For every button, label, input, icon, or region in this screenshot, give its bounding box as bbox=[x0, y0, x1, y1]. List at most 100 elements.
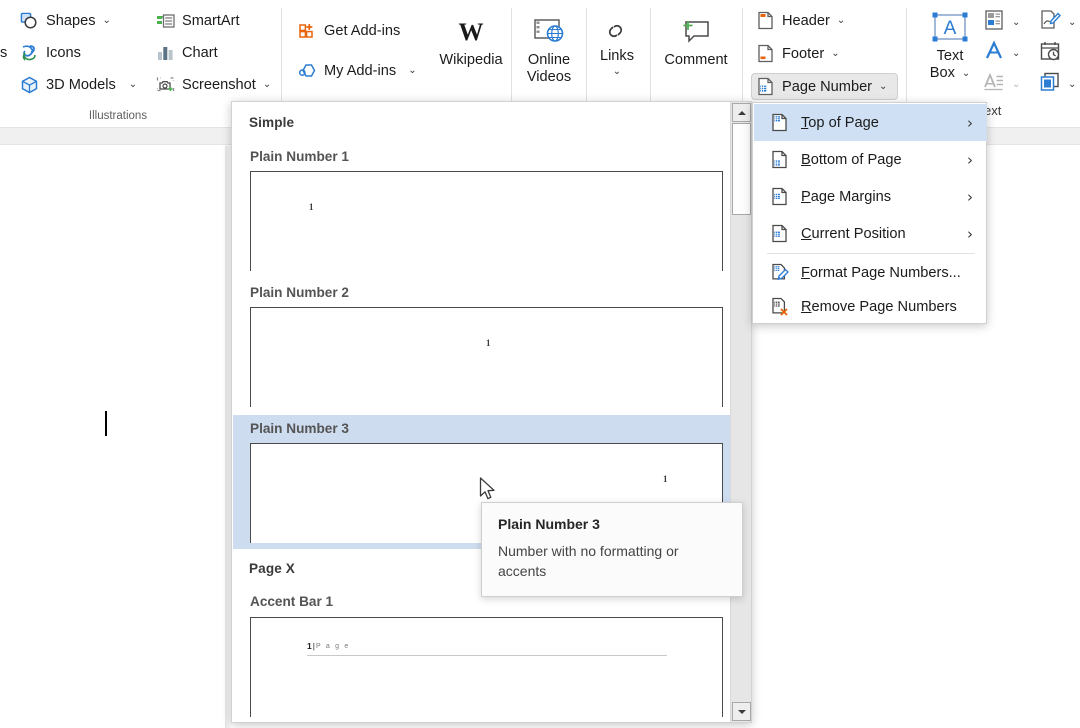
gallery-item-preview: 1 | P a g e bbox=[250, 617, 723, 717]
menu-item-bottom-of-page[interactable]: Bottom of Page › bbox=[754, 141, 987, 178]
screenshot-button[interactable]: Screenshot ⌄ bbox=[152, 72, 274, 97]
preview-accent-bar: 1 | P a g e bbox=[307, 641, 350, 651]
preview-page-number: 1 bbox=[309, 202, 314, 212]
group-separator bbox=[511, 8, 512, 112]
gallery-item-plain-number-2[interactable]: Plain Number 2 1 bbox=[233, 282, 730, 414]
group-label-illustrations: Illustrations bbox=[88, 110, 148, 122]
submenu-arrow-icon: › bbox=[967, 150, 973, 169]
chevron-down-icon[interactable]: ⌄ bbox=[1068, 17, 1076, 28]
word-art-icon bbox=[983, 40, 1005, 67]
chevron-down-icon[interactable]: ⌄ bbox=[962, 68, 970, 79]
scroll-up-button[interactable] bbox=[732, 103, 751, 122]
footer-label: Footer bbox=[782, 45, 825, 62]
chevron-down-icon[interactable]: ⌄ bbox=[831, 48, 839, 59]
object-icon bbox=[1039, 71, 1061, 98]
links-button[interactable]: Links ⌄ bbox=[591, 14, 643, 77]
mouse-cursor bbox=[479, 477, 497, 503]
smartart-icon bbox=[155, 11, 176, 31]
online-videos-icon bbox=[532, 10, 566, 52]
shapes-icon bbox=[19, 11, 40, 31]
word-art-button[interactable]: ⌄ bbox=[983, 40, 1020, 67]
remove-page-numbers-icon bbox=[768, 297, 790, 316]
object-button[interactable]: ⌄ bbox=[1039, 71, 1076, 98]
menu-item-format-page-numbers[interactable]: Format Page Numbers... bbox=[754, 254, 987, 291]
get-addins-button[interactable]: Get Add-ins bbox=[294, 18, 403, 43]
menu-item-page-margins[interactable]: Page Margins › bbox=[754, 178, 987, 215]
accent-bar-number: 1 bbox=[307, 641, 312, 651]
submenu-arrow-icon: › bbox=[967, 224, 973, 243]
menu-item-top-of-page[interactable]: Top of Page › bbox=[754, 104, 987, 141]
page-number-icon bbox=[755, 77, 776, 97]
text-box-label-2: Box bbox=[929, 65, 955, 81]
wikipedia-button[interactable]: W Wikipedia bbox=[428, 10, 514, 69]
format-page-numbers-icon bbox=[768, 263, 790, 282]
gallery-section-heading-page-x: Page X bbox=[249, 561, 295, 576]
page-number-gallery[interactable]: Simple Plain Number 1 1 Plain Number 2 1… bbox=[231, 101, 752, 723]
shapes-button[interactable]: Shapes ⌄ bbox=[16, 8, 114, 33]
chart-button[interactable]: Chart bbox=[152, 40, 221, 65]
word-window: s Shapes ⌄ Icons 3D Models ⌄ SmartArt Ch… bbox=[0, 0, 1080, 728]
signature-line-button[interactable]: ⌄ bbox=[1039, 9, 1076, 36]
arrow-down-icon bbox=[737, 709, 746, 714]
quick-parts-button[interactable]: ⌄ bbox=[983, 9, 1020, 36]
icons-button[interactable]: Icons bbox=[16, 40, 84, 65]
menu-item-current-position[interactable]: Current Position › bbox=[754, 215, 987, 252]
page-number-dropdown-menu[interactable]: Top of Page › Bottom of Page › Page Marg… bbox=[752, 102, 987, 324]
page-margins-number-icon bbox=[768, 187, 790, 206]
menu-item-label-rest: op of Page bbox=[808, 114, 879, 131]
chevron-down-icon[interactable]: ⌄ bbox=[879, 81, 887, 92]
menu-item-label: Bottom of Page bbox=[801, 151, 902, 168]
date-time-button[interactable] bbox=[1039, 40, 1061, 67]
chevron-down-icon[interactable]: ⌄ bbox=[129, 79, 137, 90]
icons-label: Icons bbox=[46, 44, 81, 61]
footer-icon bbox=[755, 44, 776, 64]
comment-label: Comment bbox=[664, 52, 728, 68]
my-addins-button[interactable]: My Add-ins ⌄ bbox=[294, 58, 420, 83]
online-videos-label-1: Online bbox=[527, 52, 571, 68]
chevron-down-icon[interactable]: ⌄ bbox=[1068, 79, 1076, 90]
smartart-button[interactable]: SmartArt bbox=[152, 8, 243, 33]
gallery-item-accent-bar-1[interactable]: Accent Bar 1 1 | P a g e bbox=[233, 592, 730, 722]
online-videos-label-2: Videos bbox=[526, 69, 572, 85]
scrollbar-thumb[interactable] bbox=[732, 123, 751, 215]
header-icon bbox=[755, 11, 776, 31]
group-separator bbox=[906, 8, 907, 112]
quick-parts-icon bbox=[983, 9, 1005, 36]
chevron-down-icon[interactable]: ⌄ bbox=[103, 15, 111, 26]
chart-icon bbox=[155, 43, 176, 63]
document-page[interactable] bbox=[0, 146, 232, 728]
scroll-down-button[interactable] bbox=[732, 702, 751, 721]
gallery-section-heading-simple: Simple bbox=[249, 115, 295, 130]
header-button[interactable]: Header ⌄ bbox=[752, 8, 848, 33]
online-videos-button[interactable]: Online Videos bbox=[515, 10, 583, 86]
tooltip-title: Plain Number 3 bbox=[498, 516, 600, 532]
menu-item-remove-page-numbers[interactable]: Remove Page Numbers bbox=[754, 288, 987, 325]
my-addins-label: My Add-ins bbox=[324, 62, 397, 79]
group-separator bbox=[650, 8, 651, 112]
text-box-button[interactable]: A Text Box ⌄ bbox=[922, 8, 978, 82]
drop-cap-button[interactable]: ⌄ bbox=[983, 71, 1020, 98]
chevron-down-icon[interactable]: ⌄ bbox=[1012, 48, 1020, 59]
screenshot-icon bbox=[155, 75, 176, 95]
signature-line-icon bbox=[1039, 9, 1061, 36]
footer-button[interactable]: Footer ⌄ bbox=[752, 41, 843, 66]
gallery-item-plain-number-1[interactable]: Plain Number 1 1 bbox=[233, 146, 730, 278]
submenu-arrow-icon: › bbox=[967, 187, 973, 206]
chevron-down-icon[interactable]: ⌄ bbox=[1012, 17, 1020, 28]
accent-bar-word: P a g e bbox=[315, 642, 350, 650]
page-number-label: Page Number bbox=[782, 78, 873, 95]
chevron-down-icon[interactable]: ⌄ bbox=[408, 65, 416, 76]
comment-button[interactable]: Comment bbox=[654, 10, 738, 69]
chevron-down-icon[interactable]: ⌄ bbox=[613, 67, 621, 77]
chart-label: Chart bbox=[182, 44, 218, 61]
menu-item-label: Remove Page Numbers bbox=[801, 298, 957, 315]
3d-models-button[interactable]: 3D Models ⌄ bbox=[16, 72, 140, 97]
page-number-button[interactable]: Page Number ⌄ bbox=[751, 73, 898, 100]
gallery-item-label: Plain Number 3 bbox=[250, 421, 349, 436]
gallery-item-label: Plain Number 2 bbox=[250, 285, 349, 300]
gallery-scrollbar[interactable] bbox=[730, 102, 751, 722]
chevron-down-icon[interactable]: ⌄ bbox=[263, 79, 271, 90]
chevron-down-icon[interactable]: ⌄ bbox=[837, 15, 845, 26]
gallery-item-preview: 1 bbox=[250, 171, 723, 271]
svg-text:W: W bbox=[459, 19, 484, 46]
